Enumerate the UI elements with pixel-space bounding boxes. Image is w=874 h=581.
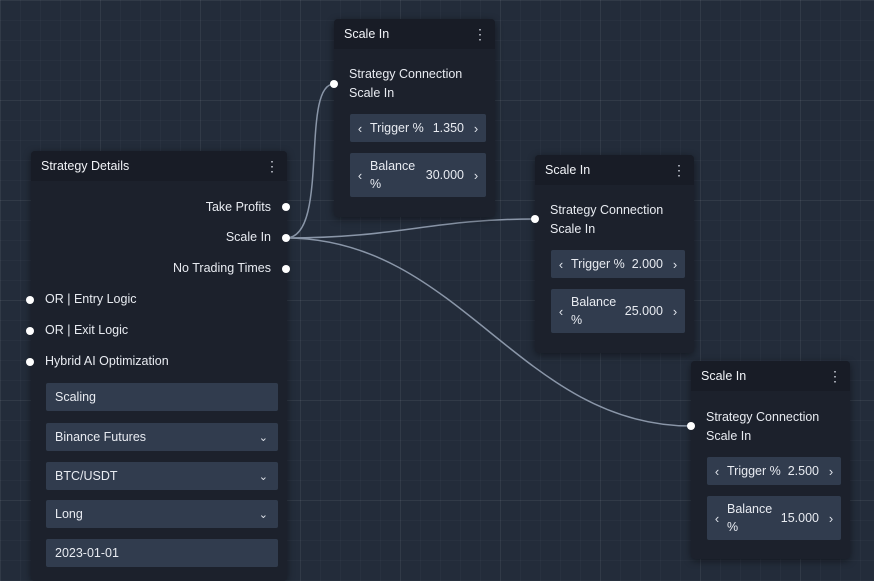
chevron-left-icon[interactable]: ‹ xyxy=(707,464,727,479)
output-label-take-profits: Take Profits xyxy=(205,200,271,214)
menu-icon[interactable]: ⋮ xyxy=(265,159,279,173)
trigger-value[interactable]: 2.500 xyxy=(788,464,821,478)
start-date-value: 2023-01-01 xyxy=(55,546,119,560)
wire-to-scale-in-2 xyxy=(285,218,536,239)
input-port-strategy-connection[interactable] xyxy=(687,422,695,430)
connection-label-line2: Scale In xyxy=(349,86,395,100)
connection-label-line2: Scale In xyxy=(550,222,596,236)
input-port-strategy-connection[interactable] xyxy=(330,80,338,88)
menu-icon[interactable]: ⋮ xyxy=(672,163,686,177)
exchange-select[interactable]: Binance Futures ⌄ xyxy=(46,423,278,451)
chevron-left-icon[interactable]: ‹ xyxy=(350,168,370,183)
node-header[interactable]: Scale In ⋮ xyxy=(691,361,850,391)
input-label-exit-logic: OR | Exit Logic xyxy=(45,323,129,337)
menu-icon[interactable]: ⋮ xyxy=(473,27,487,41)
trigger-stepper[interactable]: ‹ Trigger % 2.500 › xyxy=(707,457,841,485)
chevron-down-icon: ⌄ xyxy=(258,508,268,521)
output-label-scale-in: Scale In xyxy=(225,230,271,244)
strategy-name-input[interactable]: Scaling xyxy=(46,383,278,411)
input-label-entry-logic: OR | Entry Logic xyxy=(45,292,137,306)
output-port-take-profits[interactable] xyxy=(282,203,290,211)
node-header[interactable]: Strategy Details ⋮ xyxy=(31,151,287,181)
direction-value: Long xyxy=(55,507,83,521)
trigger-value[interactable]: 1.350 xyxy=(433,121,466,135)
trigger-value[interactable]: 2.000 xyxy=(632,257,665,271)
chevron-right-icon[interactable]: › xyxy=(821,511,841,526)
balance-value[interactable]: 30.000 xyxy=(420,168,466,182)
scale-in-node-3[interactable]: Scale In ⋮ Strategy Connection Scale In … xyxy=(687,361,850,559)
exchange-value: Binance Futures xyxy=(55,430,147,444)
scale-in-node-2[interactable]: Scale In ⋮ Strategy Connection Scale In … xyxy=(531,155,694,353)
balance-label: Balance % xyxy=(727,502,773,534)
trigger-stepper[interactable]: ‹ Trigger % 2.000 › xyxy=(551,250,685,278)
menu-icon[interactable]: ⋮ xyxy=(828,369,842,383)
balance-value[interactable]: 25.000 xyxy=(621,304,665,318)
node-title: Scale In xyxy=(344,27,390,41)
input-port-exit-logic[interactable] xyxy=(26,327,34,335)
input-port-hybrid-ai[interactable] xyxy=(26,358,34,366)
balance-stepper[interactable]: ‹ Balance % 15.000 › xyxy=(707,496,841,540)
node-header[interactable]: Scale In ⋮ xyxy=(535,155,694,185)
input-port-strategy-connection[interactable] xyxy=(531,215,539,223)
node-header[interactable]: Scale In ⋮ xyxy=(334,19,495,49)
output-port-scale-in[interactable] xyxy=(282,234,290,242)
direction-select[interactable]: Long ⌄ xyxy=(46,500,278,528)
chevron-left-icon[interactable]: ‹ xyxy=(350,121,370,136)
wire-to-scale-in-1 xyxy=(285,83,335,239)
connection-label-line1: Strategy Connection xyxy=(349,67,463,81)
node-title: Strategy Details xyxy=(41,159,130,173)
node-title: Scale In xyxy=(701,369,747,383)
balance-stepper[interactable]: ‹ Balance % 25.000 › xyxy=(551,289,685,333)
start-date-input[interactable]: 2023-01-01 xyxy=(46,539,278,567)
chevron-right-icon[interactable]: › xyxy=(466,168,486,183)
trigger-label: Trigger % xyxy=(370,121,424,135)
chevron-left-icon[interactable]: ‹ xyxy=(551,257,571,272)
connection-label-line1: Strategy Connection xyxy=(706,410,820,424)
input-label-hybrid-ai: Hybrid AI Optimization xyxy=(45,354,169,368)
node-title: Scale In xyxy=(545,163,591,177)
chevron-left-icon[interactable]: ‹ xyxy=(707,511,727,526)
scale-in-node-1[interactable]: Scale In ⋮ Strategy Connection Scale In … xyxy=(330,19,495,217)
pair-value: BTC/USDT xyxy=(55,469,118,483)
chevron-right-icon[interactable]: › xyxy=(821,464,841,479)
balance-value[interactable]: 15.000 xyxy=(777,511,821,525)
balance-label: Balance % xyxy=(571,295,617,327)
input-port-entry-logic[interactable] xyxy=(26,296,34,304)
connection-label-line2: Scale In xyxy=(706,429,752,443)
chevron-down-icon: ⌄ xyxy=(258,431,268,444)
strategy-name-value: Scaling xyxy=(55,390,96,404)
trigger-stepper[interactable]: ‹ Trigger % 1.350 › xyxy=(350,114,486,142)
chevron-right-icon[interactable]: › xyxy=(665,257,685,272)
trigger-label: Trigger % xyxy=(571,257,625,271)
chevron-right-icon[interactable]: › xyxy=(665,304,685,319)
chevron-right-icon[interactable]: › xyxy=(466,121,486,136)
chevron-down-icon: ⌄ xyxy=(258,470,268,483)
balance-label: Balance % xyxy=(370,159,416,191)
connection-label-line1: Strategy Connection xyxy=(550,203,664,217)
pair-select[interactable]: BTC/USDT ⌄ xyxy=(46,462,278,490)
trigger-label: Trigger % xyxy=(727,464,781,478)
output-label-no-trading-times: No Trading Times xyxy=(173,261,271,275)
strategy-details-node[interactable]: Strategy Details ⋮ Take Profits Scale In… xyxy=(26,151,290,581)
output-port-no-trading-times[interactable] xyxy=(282,265,290,273)
chevron-left-icon[interactable]: ‹ xyxy=(551,304,571,319)
balance-stepper[interactable]: ‹ Balance % 30.000 › xyxy=(350,153,486,197)
